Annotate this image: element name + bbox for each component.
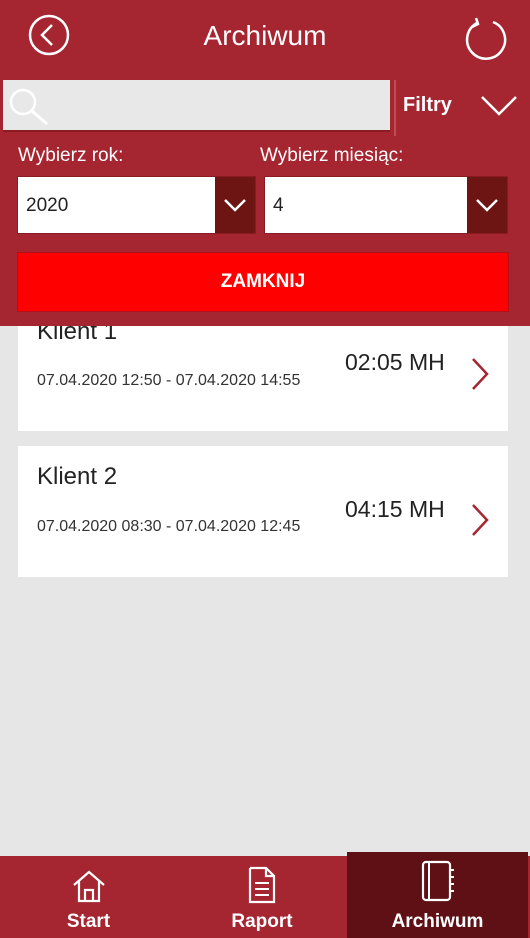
filter-toggle-label[interactable]: Filtry bbox=[403, 94, 452, 117]
search-input[interactable] bbox=[3, 80, 390, 132]
chevron-down-icon[interactable] bbox=[480, 94, 518, 118]
nav-item-start[interactable]: Start bbox=[0, 856, 177, 938]
search-icon bbox=[9, 88, 48, 126]
entry-client-name: Klient 2 bbox=[37, 463, 118, 490]
chevron-down-icon bbox=[476, 199, 498, 212]
home-icon bbox=[72, 870, 105, 903]
entry-duration: 04:15 MH bbox=[345, 496, 445, 522]
month-value: 4 bbox=[273, 195, 284, 216]
entry-card-2[interactable]: Klient 2 07.04.2020 08:30 - 07.04.2020 1… bbox=[18, 446, 508, 577]
page-title: Archiwum bbox=[203, 20, 327, 51]
nav-item-archiwum[interactable]: Archiwum bbox=[347, 852, 528, 938]
refresh-icon[interactable] bbox=[463, 16, 509, 62]
nav-item-raport[interactable]: Raport bbox=[177, 856, 347, 938]
close-filters-button[interactable]: ZAMKNIJ bbox=[17, 252, 509, 312]
nav-label: Archiwum bbox=[391, 911, 484, 932]
bottom-nav: Start Raport Archiwum bbox=[0, 852, 530, 938]
entry-time-range: 07.04.2020 12:50 - 07.04.2020 14:55 bbox=[37, 372, 301, 389]
month-label: Wybierz miesiąc: bbox=[260, 145, 404, 166]
chevron-right-icon[interactable] bbox=[470, 356, 490, 392]
entry-duration: 02:05 MH bbox=[345, 349, 445, 375]
year-label: Wybierz rok: bbox=[18, 145, 124, 166]
chevron-down-icon bbox=[224, 199, 246, 212]
filter-divider bbox=[394, 80, 396, 136]
year-dropdown[interactable]: 2020 bbox=[17, 176, 256, 234]
nav-label: Raport bbox=[231, 911, 293, 932]
month-dropdown[interactable]: 4 bbox=[264, 176, 508, 234]
year-value: 2020 bbox=[26, 195, 69, 216]
year-dropdown-button[interactable] bbox=[215, 177, 255, 233]
filter-panel: Archiwum Filtry Wybierz rok: Wybierz mie… bbox=[0, 0, 530, 326]
nav-label: Start bbox=[66, 911, 111, 932]
notebook-icon bbox=[421, 860, 454, 902]
month-dropdown-button[interactable] bbox=[467, 177, 507, 233]
chevron-right-icon[interactable] bbox=[470, 502, 490, 538]
document-icon bbox=[248, 866, 276, 904]
entry-time-range: 07.04.2020 08:30 - 07.04.2020 12:45 bbox=[37, 518, 301, 535]
